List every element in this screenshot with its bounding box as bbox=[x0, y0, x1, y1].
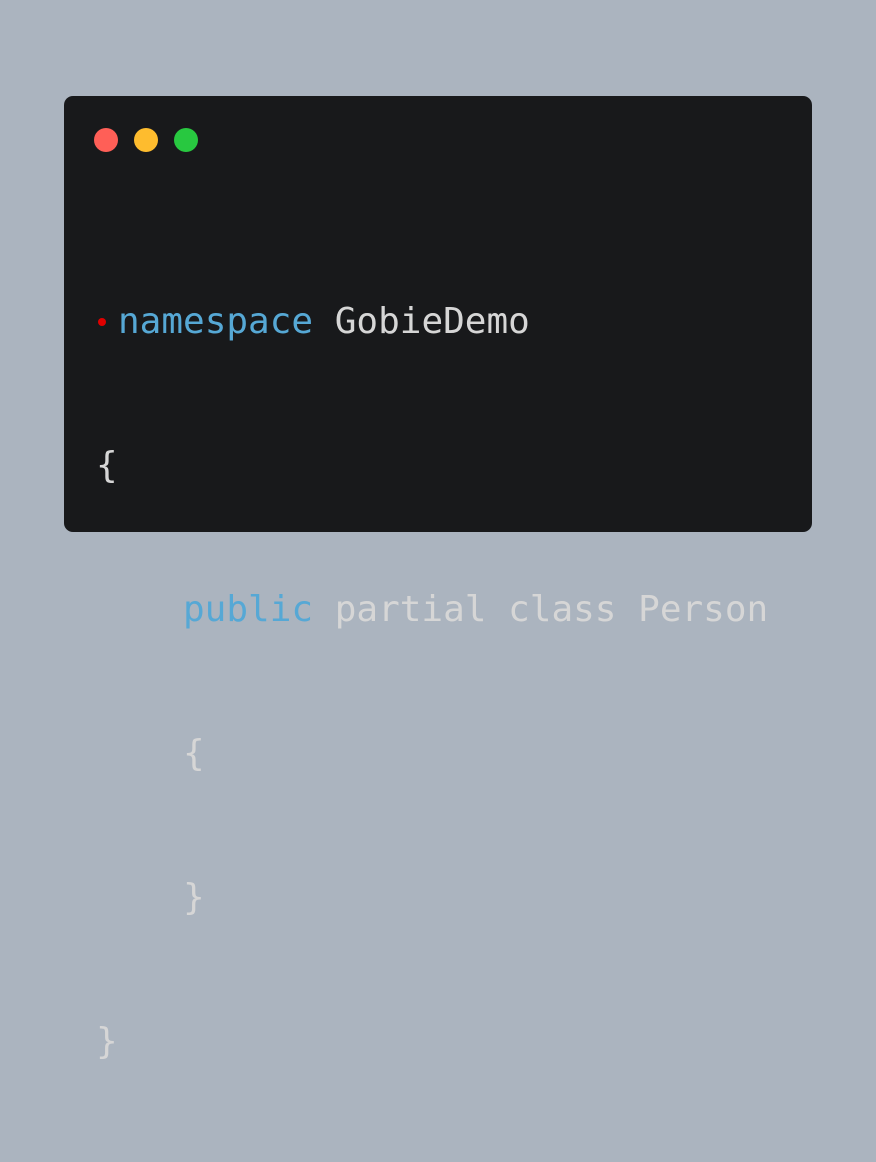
class-close-brace: } bbox=[183, 877, 205, 918]
class-open-brace: { bbox=[183, 733, 205, 774]
code-line-2: { bbox=[96, 442, 768, 490]
namespace-name: GobieDemo bbox=[313, 301, 530, 342]
code-line-3: public partial class Person bbox=[96, 586, 768, 634]
maximize-button[interactable] bbox=[174, 128, 198, 152]
code-line-4: { bbox=[96, 730, 768, 778]
code-line-5: } bbox=[96, 874, 768, 922]
code-line-6: } bbox=[96, 1018, 768, 1066]
code-line-1: namespace GobieDemo bbox=[96, 298, 768, 346]
minimize-button[interactable] bbox=[134, 128, 158, 152]
close-button[interactable] bbox=[94, 128, 118, 152]
breakpoint-dot-icon bbox=[98, 318, 106, 326]
code-window: namespace GobieDemo { public partial cla… bbox=[64, 96, 812, 1062]
close-brace: } bbox=[96, 1021, 118, 1062]
keyword-public: public bbox=[183, 589, 314, 630]
code-block: namespace GobieDemo { public partial cla… bbox=[96, 202, 768, 1162]
class-declaration: partial class Person bbox=[313, 589, 769, 630]
open-brace: { bbox=[96, 445, 118, 486]
keyword-namespace: namespace bbox=[118, 301, 314, 342]
